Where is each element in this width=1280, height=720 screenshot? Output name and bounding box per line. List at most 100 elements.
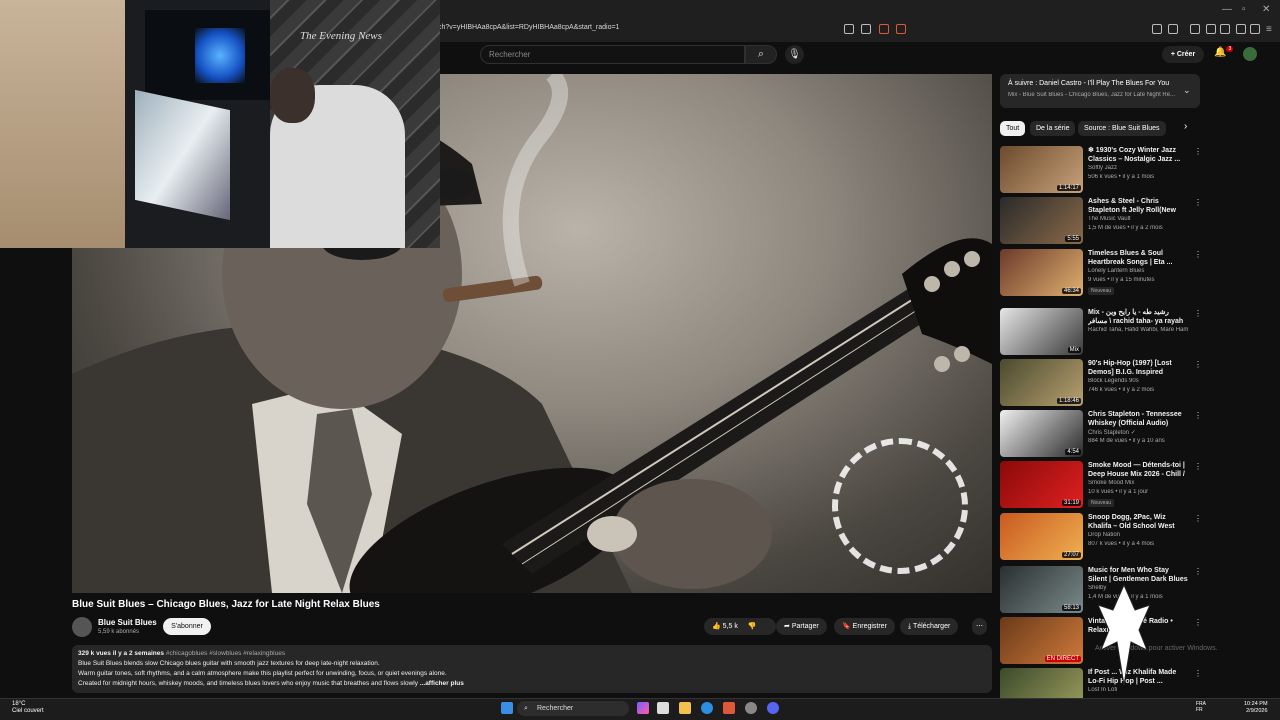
discord-icon[interactable] [767, 702, 779, 714]
menu-icon[interactable]: ≡ [1266, 24, 1272, 35]
download-button[interactable]: ⤓ Télécharger [900, 618, 959, 635]
hashtags[interactable]: #chicagoblues #slowblues #relaxingblues [166, 650, 285, 657]
voice-search-button[interactable]: 🎙 [785, 45, 804, 64]
edge-icon[interactable] [701, 702, 713, 714]
recommendation-thumbnail[interactable]: 1:14:17 [1000, 146, 1083, 193]
recommendation-thumbnail[interactable]: 1:18:46 [1000, 359, 1083, 406]
thumbs-down-icon: 👎 [747, 623, 757, 630]
more-vert-icon[interactable]: ⋮ [1194, 618, 1202, 627]
keyboard-code: FR [1196, 707, 1203, 713]
recommendation-title[interactable]: Snoop Dogg, 2Pac, Wiz Khalifa – Old Scho… [1088, 513, 1188, 531]
create-button[interactable]: + Créer [1162, 46, 1204, 63]
chip-series[interactable]: De la série [1030, 121, 1076, 136]
share-icon[interactable] [861, 24, 871, 34]
recommendation-item[interactable]: 31:19 Smoke Mood — Détends-toi | Deep Ho… [1000, 461, 1202, 509]
like-button[interactable]: 👍 5,5 k [712, 623, 738, 630]
close-icon[interactable]: ✕ [1262, 4, 1270, 15]
recommendation-thumbnail[interactable]: 58:13 [1000, 566, 1083, 613]
more-vert-icon[interactable]: ⋮ [1194, 462, 1202, 471]
recommendation-channel[interactable]: Rachid Taha, Hafid Wahbi, Mare Hamida... [1088, 327, 1188, 333]
extensions-icon[interactable] [1152, 24, 1162, 34]
search-input[interactable]: Rechercher [480, 45, 745, 64]
share-button[interactable]: ➦ Partager [776, 618, 827, 635]
sidebar-icon[interactable] [1190, 24, 1200, 34]
more-vert-icon[interactable]: ⋮ [1194, 147, 1202, 156]
brave-shield-icon[interactable] [879, 24, 889, 34]
rewards-icon[interactable] [896, 24, 906, 34]
recommendation-channel[interactable]: The Music Vault [1088, 216, 1188, 222]
minimize-icon[interactable]: — [1222, 4, 1232, 15]
recommendation-item[interactable]: 1:18:46 90's Hip-Hop (1997) [Lost Demos]… [1000, 359, 1202, 407]
recommendation-item[interactable]: 5:55 Ashes & Steel - Chris Stapleton ft … [1000, 197, 1202, 245]
maximize-icon[interactable]: ▫ [1242, 4, 1246, 15]
tab-icon[interactable] [1168, 24, 1178, 34]
recommendation-item[interactable]: 27:07 Snoop Dogg, 2Pac, Wiz Khalifa – Ol… [1000, 513, 1202, 561]
recommendation-thumbnail[interactable]: Mix [1000, 308, 1083, 355]
recommendation-item[interactable]: Mix Mix - رشید طه - يا رايح وين مسافر \ … [1000, 308, 1202, 356]
chip-all[interactable]: Tout [1000, 121, 1026, 136]
windows-start-icon[interactable] [501, 702, 513, 714]
recommendation-item[interactable]: 4:54 Chris Stapleton - Tennessee Whiskey… [1000, 410, 1202, 458]
recommendation-channel[interactable]: Smoke Mood Mix [1088, 480, 1188, 486]
channel-avatar[interactable] [72, 617, 92, 637]
file-explorer-icon[interactable] [679, 702, 691, 714]
recommendation-thumbnail[interactable]: 4:54 [1000, 410, 1083, 457]
app-icon[interactable] [745, 702, 757, 714]
recommendation-thumbnail[interactable]: 27:07 [1000, 513, 1083, 560]
description-line-2: Warm guitar tones, soft rhythms, and a c… [78, 670, 447, 677]
recommendation-title[interactable]: 90's Hip-Hop (1997) [Lost Demos] B.I.G. … [1088, 359, 1188, 377]
weather-widget[interactable]: 18°C Ciel couvert [12, 701, 44, 715]
recommendation-item[interactable]: 46:34 Timeless Blues & Soul Heartbreak S… [1000, 249, 1202, 297]
address-bar[interactable]: tch?v=yHIBHAa8cpA&list=RDyHIBHAa8cpA&sta… [436, 24, 619, 31]
chevron-down-icon[interactable]: ⌄ [1183, 85, 1191, 96]
recommendation-thumbnail[interactable]: 31:19 [1000, 461, 1083, 508]
more-vert-icon[interactable]: ⋮ [1194, 250, 1202, 259]
shield-icon[interactable] [1250, 24, 1260, 34]
more-vert-icon[interactable]: ⋮ [1194, 360, 1202, 369]
recommendation-channel[interactable]: Drop Nation [1088, 532, 1188, 538]
recommendation-thumbnail[interactable]: 5:55 [1000, 197, 1083, 244]
chevron-right-icon[interactable]: › [1184, 121, 1187, 132]
channel-name[interactable]: Blue Suit Blues [98, 618, 157, 627]
recommendation-title[interactable]: Timeless Blues & Soul Heartbreak Songs |… [1088, 249, 1188, 267]
recommendation-title[interactable]: Chris Stapleton - Tennessee Whiskey (Off… [1088, 410, 1188, 428]
recommendation-title[interactable]: ❄ 1930's Cozy Winter Jazz Classics – Nos… [1088, 146, 1188, 164]
chip-source[interactable]: Source : Blue Suit Blues [1078, 121, 1166, 136]
more-vert-icon[interactable]: ⋮ [1194, 411, 1202, 420]
account-avatar[interactable] [1243, 47, 1257, 61]
wallet-icon[interactable] [1206, 24, 1216, 34]
more-vert-icon[interactable]: ⋮ [1194, 567, 1202, 576]
recommendation-title[interactable]: Mix - رشید طه - يا رايح وين مسافر \ rach… [1088, 308, 1188, 326]
recommendation-title[interactable]: Smoke Mood — Détends-toi | Deep House Mi… [1088, 461, 1188, 479]
task-view-icon[interactable] [657, 702, 669, 714]
screenshot-icon[interactable] [844, 24, 854, 34]
search-button[interactable]: ⌕ [745, 45, 777, 64]
video-duration: 4:54 [1065, 449, 1081, 455]
create-label: Créer [1176, 51, 1196, 58]
recommendation-item[interactable]: 1:14:17 ❄ 1930's Cozy Winter Jazz Classi… [1000, 146, 1202, 194]
vpn-icon[interactable] [1236, 24, 1246, 34]
recommendation-thumbnail[interactable]: EN DIRECT [1000, 617, 1083, 664]
save-button[interactable]: 🔖 Enregistrer [834, 618, 895, 635]
more-vert-icon[interactable]: ⋮ [1194, 309, 1202, 318]
more-vert-icon[interactable]: ⋮ [1194, 198, 1202, 207]
taskbar-search[interactable]: ⌕ Rechercher [517, 701, 629, 716]
brave-icon[interactable] [723, 702, 735, 714]
recommendation-channel[interactable]: Lonely Lantern Blues [1088, 268, 1188, 274]
subscribe-button[interactable]: S'abonner [163, 618, 211, 635]
download-icon[interactable] [1220, 24, 1230, 34]
recommendation-channel[interactable]: Chris Stapleton ✓ [1088, 429, 1188, 436]
language-indicator[interactable]: FRA FR [1196, 701, 1206, 713]
recommendation-channel[interactable]: Block Legends 90s [1088, 378, 1188, 384]
copilot-icon[interactable] [637, 702, 649, 714]
more-vert-icon[interactable]: ⋮ [1194, 669, 1202, 678]
dislike-button[interactable]: 👎 [748, 623, 757, 630]
more-vert-icon[interactable]: ⋮ [1194, 514, 1202, 523]
recommendation-title[interactable]: Ashes & Steel - Chris Stapleton ft Jelly… [1088, 197, 1188, 215]
show-more-link[interactable]: ...afficher plus [418, 680, 464, 687]
system-clock[interactable]: 10:24 PM 2/9/2026 [1244, 701, 1268, 715]
notifications-button[interactable]: 🔔 3 [1214, 46, 1234, 58]
recommendation-thumbnail[interactable]: 46:34 [1000, 249, 1083, 296]
recommendation-channel[interactable]: Softly Jazz [1088, 165, 1188, 171]
more-actions-button[interactable]: ⋯ [972, 618, 987, 635]
